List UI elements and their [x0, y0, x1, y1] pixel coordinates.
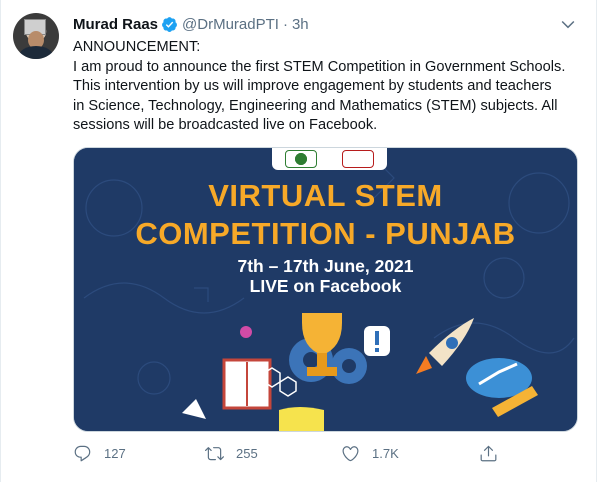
author-handle[interactable]: @DrMuradPTI: [182, 16, 279, 33]
tweet[interactable]: Murad Raas @DrMuradPTI · 3h ANNOUNCEMENT…: [0, 0, 597, 482]
separator-dot: ·: [282, 15, 288, 33]
card-title-line2: COMPETITION - PUNJAB: [135, 216, 516, 251]
reply-count: 127: [104, 446, 126, 461]
logo-left: [284, 150, 317, 168]
reply-button[interactable]: 127: [73, 444, 126, 463]
retweet-icon: [205, 447, 224, 461]
tweet-text: ANNOUNCEMENT: I am proud to announce the…: [73, 39, 566, 133]
share-icon: [480, 445, 497, 462]
tweet-header: Murad Raas @DrMuradPTI · 3h: [73, 14, 309, 34]
like-button[interactable]: 1.7K: [341, 444, 399, 463]
media-card-image[interactable]: VIRTUAL STEM COMPETITION - PUNJAB 7th – …: [73, 147, 578, 432]
tweet-actions: 127 255 1.7K: [73, 444, 513, 466]
author-name[interactable]: Murad Raas: [73, 16, 158, 33]
logo-right: [342, 150, 375, 168]
reply-icon: [74, 445, 91, 462]
card-live-text: LIVE on Facebook: [249, 276, 402, 296]
verified-badge-icon: [162, 16, 177, 32]
avatar-body: [19, 46, 53, 59]
heart-icon: [342, 446, 359, 462]
partner-logos: [272, 148, 387, 170]
card-title-line1: VIRTUAL STEM: [208, 178, 443, 213]
avatar[interactable]: [13, 13, 59, 59]
retweet-button[interactable]: 255: [205, 444, 258, 463]
retweet-count: 255: [236, 446, 258, 461]
card-dates: 7th – 17th June, 2021: [237, 256, 414, 276]
share-button[interactable]: [479, 444, 510, 463]
tweet-time[interactable]: 3h: [292, 16, 309, 33]
like-count: 1.7K: [372, 446, 399, 461]
chevron-down-icon[interactable]: [558, 14, 578, 34]
